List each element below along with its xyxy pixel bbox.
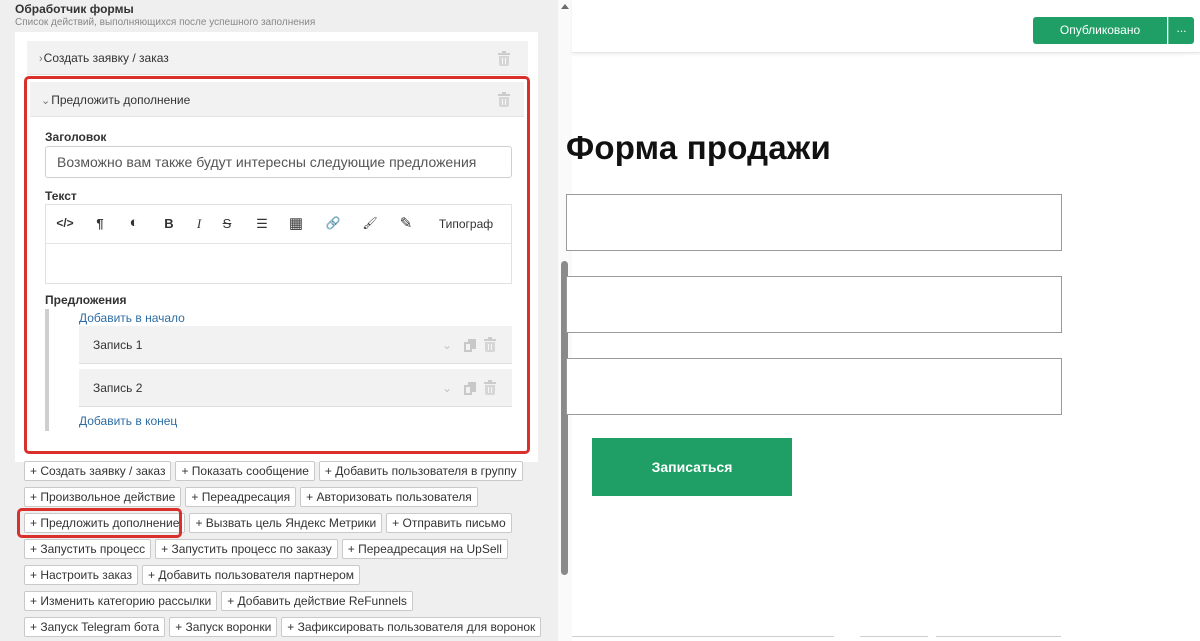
typograph-button[interactable]: Типограф (435, 217, 497, 235)
add-refunnels-action-button[interactable]: + Добавить действие ReFunnels (221, 591, 413, 611)
add-start-funnel-button[interactable]: + Запуск воронки (169, 617, 278, 637)
add-redirect-button[interactable]: + Переадресация (185, 487, 297, 507)
divider (860, 636, 928, 637)
add-start-order-process-button[interactable]: + Запустить процесс по заказу (155, 539, 338, 559)
form-handler-panel: Обработчик формы Список действий, выполн… (0, 0, 558, 641)
add-to-start-link[interactable]: Добавить в начало (79, 311, 185, 325)
add-to-end-link[interactable]: Добавить в конец (79, 414, 177, 428)
rich-text-editor: </> ¶ ◐ B I S ☰ ▦ 🔗 🖌 ✎ Типограф (45, 204, 512, 284)
offers-list-border (45, 309, 49, 431)
more-options-button[interactable]: ... (1168, 17, 1194, 44)
bulleted-list-icon[interactable]: ☰ (254, 216, 270, 234)
divider (936, 636, 1061, 637)
record-actions: ⌄ (442, 337, 496, 352)
divider (572, 636, 834, 637)
editor-toolbar: </> ¶ ◐ B I S ☰ ▦ 🔗 🖌 ✎ Типограф (46, 205, 511, 244)
panel-subtitle: Список действий, выполняющихся после усп… (15, 17, 316, 28)
panel-title: Обработчик формы (15, 2, 134, 16)
form-input-field[interactable] (566, 276, 1062, 333)
add-upsell-redirect-button[interactable]: + Переадресация на UpSell (341, 539, 508, 559)
add-authorize-user-button[interactable]: + Авторизовать пользователя (300, 487, 478, 507)
italic-icon[interactable]: I (194, 216, 204, 234)
record-actions: ⌄ (442, 380, 496, 395)
pencil-icon[interactable]: ✎ (398, 214, 414, 232)
chevron-right-icon: › (39, 53, 43, 65)
published-button[interactable]: Опубликовано (1033, 17, 1167, 44)
editor-content-area[interactable] (46, 245, 511, 283)
offer-record[interactable]: Запись 1 ⌄ (79, 326, 512, 364)
accordion-header[interactable]: ›Создать заявку / заказ (39, 51, 169, 65)
bold-icon[interactable]: B (163, 216, 175, 234)
offers-field-label: Предложения (45, 293, 127, 307)
action-create-order-accordion[interactable]: ›Создать заявку / заказ (27, 41, 528, 75)
submit-button[interactable]: Записаться (592, 438, 792, 496)
trash-icon[interactable] (484, 337, 496, 352)
trash-icon[interactable] (484, 380, 496, 395)
add-yandex-goal-button[interactable]: + Вызвать цель Яндекс Метрики (189, 513, 383, 533)
brush-icon[interactable]: 🖌 (362, 216, 378, 234)
code-icon[interactable]: </> (56, 216, 74, 234)
chevron-down-icon: ⌄ (41, 95, 51, 107)
copy-icon[interactable] (464, 339, 476, 352)
add-create-order-button[interactable]: + Создать заявку / заказ (24, 461, 172, 481)
add-fix-user-for-funnels-button[interactable]: + Зафиксировать пользователя для воронок (281, 617, 542, 637)
preview-scrollbar[interactable] (1186, 55, 1200, 641)
accordion-label: Предложить дополнение (51, 93, 191, 107)
record-label: Запись 2 (93, 381, 143, 395)
title-input[interactable]: Возможно вам также будут интересны следу… (45, 146, 512, 178)
offer-record[interactable]: Запись 2 ⌄ (79, 369, 512, 407)
add-show-message-button[interactable]: + Показать сообщение (175, 461, 315, 481)
add-send-email-button[interactable]: + Отправить письмо (386, 513, 512, 533)
trash-icon[interactable] (498, 92, 510, 107)
form-input-field[interactable] (566, 194, 1062, 251)
add-telegram-bot-button[interactable]: + Запуск Telegram бота (24, 617, 166, 637)
strikethrough-icon[interactable]: S (221, 216, 233, 234)
copy-icon[interactable] (464, 382, 476, 395)
record-label: Запись 1 (93, 338, 143, 352)
add-configure-order-button[interactable]: + Настроить заказ (24, 565, 139, 585)
add-user-to-group-button[interactable]: + Добавить пользователя в группу (318, 461, 523, 481)
chevron-down-icon[interactable]: ⌄ (442, 338, 452, 352)
add-partner-user-button[interactable]: + Добавить пользователя партнером (142, 565, 361, 585)
add-custom-action-button[interactable]: + Произвольное действие (24, 487, 182, 507)
title-field-label: Заголовок (45, 130, 107, 144)
contrast-icon[interactable]: ◐ (126, 214, 142, 232)
text-field-label: Текст (45, 189, 77, 203)
action-offer-addition-accordion: ⌄Предложить дополнение Заголовок Возможн… (24, 76, 530, 454)
accordion-label: Создать заявку / заказ (43, 51, 169, 65)
link-icon[interactable]: 🔗 (324, 216, 342, 234)
accordion-header[interactable]: ⌄Предложить дополнение (30, 82, 524, 117)
trash-icon[interactable] (498, 51, 510, 66)
form-title: Форма продажи (566, 129, 831, 166)
add-change-mailing-category-button[interactable]: + Изменить категорию рассылки (24, 591, 218, 611)
add-start-process-button[interactable]: + Запустить процесс (24, 539, 152, 559)
scroll-up-arrow-icon[interactable] (561, 4, 569, 9)
form-input-field[interactable] (566, 358, 1062, 415)
paragraph-icon[interactable]: ¶ (93, 216, 107, 234)
add-offer-addition-button[interactable]: + Предложить дополнение (24, 513, 186, 533)
chevron-down-icon[interactable]: ⌄ (442, 381, 452, 395)
table-icon[interactable]: ▦ (288, 214, 304, 232)
